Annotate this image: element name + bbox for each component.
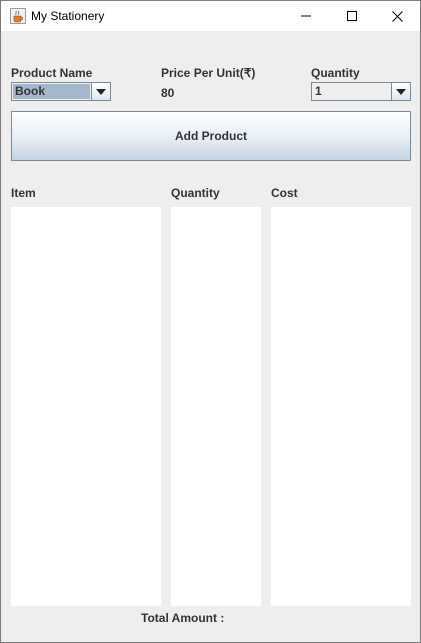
maximize-icon [347, 11, 357, 21]
item-list[interactable] [11, 207, 161, 606]
app-window: My Stationery Product Name Price Per Uni… [0, 0, 421, 643]
java-coffee-cup-icon [10, 8, 26, 24]
window-title: My Stationery [31, 9, 105, 23]
title-bar[interactable]: My Stationery [1, 1, 420, 31]
quantity-column-header: Quantity [171, 186, 220, 200]
close-button[interactable] [374, 1, 420, 31]
product-name-dropdown[interactable]: Book [11, 82, 111, 101]
quantity-dropdown[interactable]: 1 [311, 82, 411, 101]
product-name-label: Product Name [11, 66, 93, 80]
maximize-button[interactable] [329, 1, 375, 31]
product-name-value: Book [13, 84, 90, 99]
quantity-label: Quantity [311, 66, 360, 80]
chevron-down-icon[interactable] [391, 83, 410, 100]
minimize-button[interactable] [283, 1, 329, 31]
total-amount-label: Total Amount : [141, 611, 225, 625]
item-column-header: Item [11, 186, 36, 200]
close-icon [391, 10, 403, 22]
cost-list[interactable] [271, 207, 411, 606]
quantity-list[interactable] [171, 207, 261, 606]
minimize-icon [301, 15, 311, 17]
price-per-unit-value: 80 [161, 86, 175, 100]
chevron-down-icon[interactable] [91, 83, 110, 100]
quantity-value: 1 [313, 84, 390, 99]
price-per-unit-label: Price Per Unit(₹) [161, 66, 256, 80]
add-product-button[interactable]: Add Product [11, 111, 411, 161]
main-panel: Product Name Price Per Unit(₹) Quantity … [1, 31, 420, 642]
cost-column-header: Cost [271, 186, 298, 200]
